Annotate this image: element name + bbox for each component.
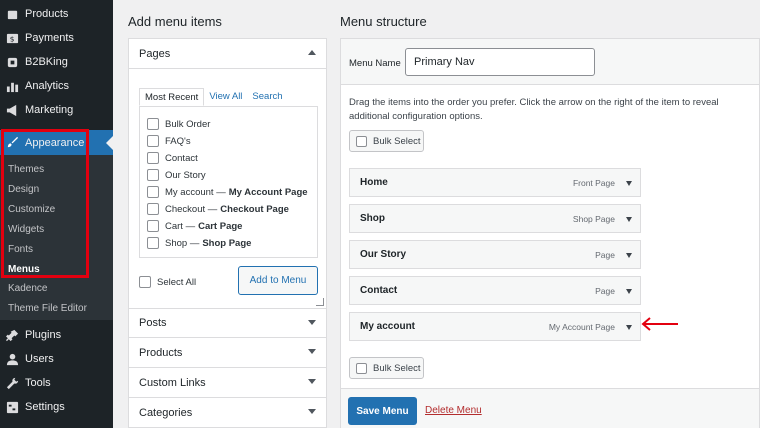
menu-structure-heading: Menu structure — [340, 14, 427, 29]
sidebar-item-plugins[interactable]: Plugins — [0, 326, 113, 344]
menu-item-our-story[interactable]: Our Story Page — [349, 240, 641, 269]
svg-text:$: $ — [9, 34, 14, 43]
chevron-down-icon[interactable] — [308, 349, 316, 354]
sidebar-item-payments[interactable]: $ Payments — [0, 29, 113, 47]
sidebar-item-label: Settings — [25, 401, 65, 413]
chevron-down-icon[interactable] — [308, 379, 316, 384]
accordion-categories[interactable]: Categories — [129, 398, 326, 428]
submenu-theme-file-editor[interactable]: Theme File Editor — [8, 303, 87, 314]
chevron-down-icon[interactable] — [308, 320, 316, 325]
checkbox[interactable] — [147, 135, 159, 147]
menu-item-home[interactable]: Home Front Page — [349, 168, 641, 197]
sidebar-item-b2bking[interactable]: B2BKing — [0, 53, 113, 71]
sidebar-item-users[interactable]: Users — [0, 350, 113, 368]
menu-item-shop[interactable]: Shop Shop Page — [349, 204, 641, 233]
plugins-icon — [5, 328, 19, 342]
list-item[interactable]: My account — My Account Page — [147, 186, 308, 198]
list-item[interactable]: Our Story — [147, 169, 206, 181]
instructions-text: Drag the items into the order you prefer… — [349, 97, 719, 122]
settings-icon — [5, 400, 19, 414]
list-item[interactable]: Shop — Shop Page — [147, 237, 251, 249]
accordion-pages[interactable]: Pages — [129, 39, 326, 69]
checkbox[interactable] — [147, 118, 159, 130]
marketing-icon — [5, 103, 19, 117]
list-item[interactable]: Contact — [147, 152, 198, 164]
caret-down-icon[interactable] — [626, 181, 632, 186]
annotation-highlight-box — [1, 129, 89, 278]
list-item[interactable]: Bulk Order — [147, 118, 210, 130]
b2bking-icon — [5, 55, 19, 69]
pages-checklist: Bulk Order FAQ's Contact Our Story My ac… — [139, 106, 318, 258]
sidebar-item-label: Analytics — [25, 80, 70, 92]
checkbox[interactable] — [147, 220, 159, 232]
checkbox[interactable] — [147, 203, 159, 215]
select-all-checkbox[interactable] — [139, 276, 151, 288]
analytics-icon — [5, 79, 19, 93]
sidebar-item-products[interactable]: Products — [0, 5, 113, 23]
accordion-title: Pages — [139, 47, 171, 60]
sidebar-item-label: Marketing — [25, 104, 74, 116]
sidebar-item-label: B2BKing — [25, 56, 68, 68]
checkbox[interactable] — [147, 152, 159, 164]
tab-search[interactable]: Search — [247, 88, 287, 106]
menu-item-my-account[interactable]: My account My Account Page — [349, 312, 641, 341]
checkbox[interactable] — [356, 135, 367, 147]
accordion-custom-links[interactable]: Custom Links — [129, 368, 326, 398]
accordion-products[interactable]: Products — [129, 338, 326, 368]
tab-view-all[interactable]: View All — [204, 88, 247, 106]
bulk-select-button[interactable]: Bulk Select — [349, 130, 424, 152]
menu-name-label: Menu Name — [349, 58, 401, 69]
checkbox[interactable] — [147, 169, 159, 181]
admin-sidebar: Products $ Payments B2BKing Analytics Ma… — [0, 0, 113, 428]
add-menu-items-panel: Pages Most Recent View All Search Bulk O… — [128, 38, 327, 428]
caret-down-icon[interactable] — [626, 253, 632, 258]
caret-down-icon[interactable] — [626, 217, 632, 222]
products-icon — [5, 7, 19, 21]
add-menu-items-heading: Add menu items — [128, 14, 222, 29]
sidebar-item-label: Users — [25, 353, 54, 365]
checkbox[interactable] — [147, 237, 159, 249]
payments-icon: $ — [5, 31, 19, 45]
sidebar-item-label: Payments — [25, 32, 74, 44]
sidebar-item-label: Plugins — [25, 329, 62, 341]
chevron-down-icon[interactable] — [308, 409, 316, 414]
sidebar-item-label: Tools — [25, 377, 51, 389]
chevron-up-icon[interactable] — [308, 50, 316, 55]
caret-down-icon[interactable] — [626, 289, 632, 294]
pages-tabs: Most Recent View All Search — [139, 88, 288, 106]
sidebar-item-analytics[interactable]: Analytics — [0, 77, 113, 95]
menu-name-bar: Menu Name Primary Nav — [341, 39, 759, 85]
delete-menu-link[interactable]: Delete Menu — [425, 405, 482, 416]
submenu-kadence[interactable]: Kadence — [8, 283, 47, 294]
users-icon — [5, 352, 19, 366]
tab-most-recent[interactable]: Most Recent — [139, 88, 205, 106]
list-item[interactable]: Checkout — Checkout Page — [147, 203, 289, 215]
sidebar-item-marketing[interactable]: Marketing — [0, 101, 113, 119]
menu-item-contact[interactable]: Contact Page — [349, 276, 641, 305]
list-item[interactable]: Cart — Cart Page — [147, 220, 242, 232]
select-all[interactable]: Select All — [139, 276, 196, 288]
sidebar-item-label: Products — [25, 8, 69, 20]
sidebar-item-tools[interactable]: Tools — [0, 374, 113, 392]
resize-grip-icon[interactable] — [316, 298, 324, 306]
caret-down-icon[interactable] — [626, 325, 632, 330]
accordion-posts[interactable]: Posts — [129, 308, 326, 338]
bulk-select-button-bottom[interactable]: Bulk Select — [349, 357, 424, 379]
menu-footer-bar: Save Menu Delete Menu — [341, 388, 759, 428]
save-menu-button[interactable]: Save Menu — [348, 397, 417, 425]
menu-structure-panel: Menu Name Primary Nav Drag the items int… — [340, 38, 760, 428]
list-item[interactable]: FAQ's — [147, 135, 191, 147]
menu-name-input[interactable]: Primary Nav — [405, 48, 595, 76]
checkbox[interactable] — [356, 362, 367, 374]
checkbox[interactable] — [147, 186, 159, 198]
add-to-menu-button[interactable]: Add to Menu — [238, 266, 318, 295]
tools-icon — [5, 376, 19, 390]
annotation-arrow-icon — [641, 317, 678, 331]
sidebar-item-settings[interactable]: Settings — [0, 398, 113, 416]
